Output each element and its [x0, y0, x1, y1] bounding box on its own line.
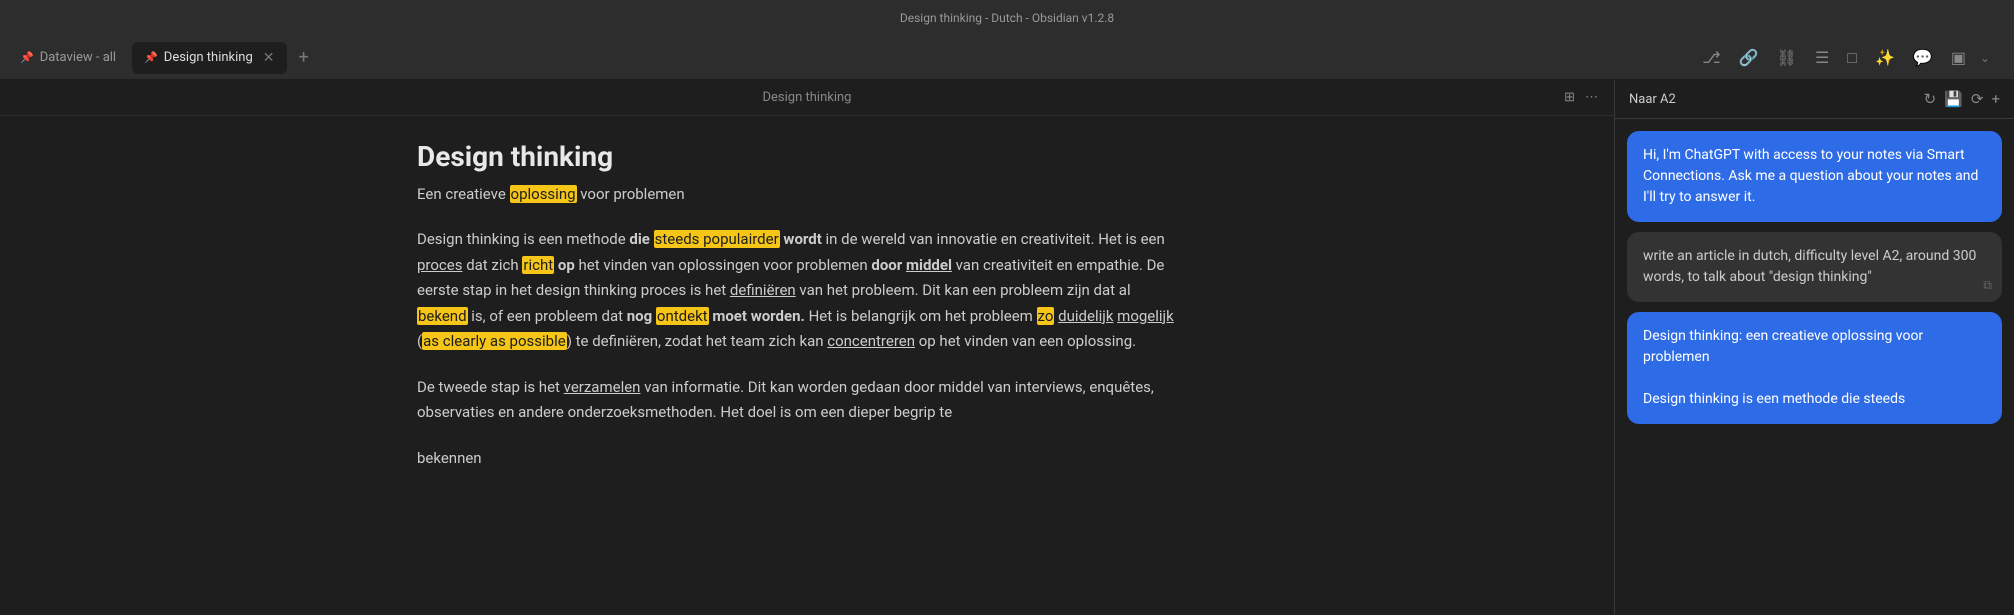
highlight-zo: zo	[1037, 307, 1055, 325]
link-icon[interactable]: 🔗	[1735, 44, 1763, 71]
chat-refresh-icon[interactable]: ↻	[1924, 90, 1937, 108]
title-bar: Design thinking - Dutch - Obsidian v1.2.…	[0, 0, 2014, 36]
pin-icon-2: 📌	[144, 51, 158, 64]
tab-close-button[interactable]: ✕	[263, 50, 275, 66]
paragraph-2: De tweede stap is het verzamelen van inf…	[417, 375, 1177, 426]
list-icon[interactable]: ☰	[1811, 44, 1833, 71]
editor-header: Design thinking ⊞ ⋯	[0, 80, 1614, 116]
highlight-ontdekt: ontdekt	[656, 307, 709, 325]
chat-add-icon[interactable]: +	[1991, 90, 2000, 108]
link-definieren[interactable]: definiëren	[730, 281, 796, 299]
bold-underline-middel[interactable]: middel	[906, 256, 952, 274]
sparkle-icon[interactable]: ✨	[1871, 44, 1899, 71]
highlight-bekend: bekend	[417, 307, 468, 325]
document-subtitle: Een creatieve oplossing voor problemen	[417, 185, 1177, 203]
branch-icon[interactable]: ⎇	[1698, 44, 1724, 71]
bold-text-1: die	[629, 230, 653, 248]
document-title: Design thinking	[417, 140, 1177, 173]
chat-header-title: Naar A2	[1629, 92, 1916, 107]
more-options-icon[interactable]: ⋯	[1585, 90, 1598, 105]
subtitle-highlight: oplossing	[510, 185, 577, 203]
copy-icon[interactable]: ⧉	[1983, 276, 1992, 294]
highlight-populairder: steeds populairder	[654, 230, 780, 248]
paragraph-3: bekennen	[417, 446, 1177, 472]
link-verzamelen[interactable]: verzamelen	[564, 378, 641, 396]
tab-dataview-label: Dataview - all	[40, 50, 116, 65]
chat-save-icon[interactable]: 💾	[1944, 90, 1963, 108]
bold-nog: nog	[627, 307, 652, 325]
chat-messages: Hi, I'm ChatGPT with access to your note…	[1615, 119, 2014, 615]
layout-icon[interactable]: ▣	[1947, 44, 1970, 71]
dropdown-button[interactable]: ⌄	[1980, 51, 1990, 65]
bold-op: op	[558, 256, 575, 274]
paragraph-1: Design thinking is een methode die steed…	[417, 227, 1177, 355]
editor-panel: Design thinking ⊞ ⋯ Design thinking Een …	[0, 80, 1614, 615]
reading-view-icon[interactable]: ⊞	[1564, 90, 1575, 105]
chat-message-3-text: Design thinking: een creatieve oplossing…	[1643, 328, 1923, 407]
chat-panel: Naar A2 ↻ 💾 ⟳ + Hi, I'm ChatGPT with acc…	[1614, 80, 2014, 615]
chat-message-3: Design thinking: een creatieve oplossing…	[1627, 312, 2002, 424]
editor-content[interactable]: Design thinking Een creatieve oplossing …	[357, 116, 1257, 615]
chat-history-icon[interactable]: ⟳	[1971, 90, 1984, 108]
editor-header-icons: ⊞ ⋯	[1564, 90, 1598, 105]
pin-icon: 📌	[20, 51, 34, 64]
kanban-icon[interactable]: □	[1843, 44, 1861, 72]
toolbar-right: ⎇ 🔗 ⛓ ☰ □ ✨ 💬 ▣ ⌄	[1698, 44, 2006, 72]
chat-message-2-text: write an article in dutch, difficulty le…	[1643, 248, 1976, 285]
tab-design-thinking-label: Design thinking	[164, 50, 253, 65]
chat-header: Naar A2 ↻ 💾 ⟳ +	[1615, 80, 2014, 119]
tab-design-thinking[interactable]: 📌 Design thinking ✕	[132, 42, 286, 74]
subtitle-prefix: Een creatieve	[417, 185, 510, 203]
tab-bar: 📌 Dataview - all 📌 Design thinking ✕ + ⎇…	[0, 36, 2014, 80]
tab-dataview[interactable]: 📌 Dataview - all	[8, 42, 128, 74]
chat-icon[interactable]: 💬	[1909, 44, 1937, 71]
subtitle-suffix: voor problemen	[577, 185, 685, 203]
chat-message-2: write an article in dutch, difficulty le…	[1627, 232, 2002, 302]
chain-icon[interactable]: ⛓	[1773, 44, 1801, 71]
link-proces[interactable]: proces	[417, 256, 462, 274]
main-layout: Design thinking ⊞ ⋯ Design thinking Een …	[0, 80, 2014, 615]
chat-message-1: Hi, I'm ChatGPT with access to your note…	[1627, 131, 2002, 222]
bold-text-wordt: wordt	[783, 230, 821, 248]
bold-moet-worden: moet worden.	[712, 307, 805, 325]
highlight-richt: richt	[522, 256, 554, 274]
link-duidelijk[interactable]: duidelijk	[1058, 307, 1113, 325]
document-body: Design thinking is een methode die steed…	[417, 227, 1177, 471]
link-mogelijk[interactable]: mogelijk	[1117, 307, 1174, 325]
new-tab-button[interactable]: +	[291, 43, 317, 72]
highlight-clearly: as clearly as possible	[422, 332, 567, 350]
editor-header-title: Design thinking	[763, 90, 852, 105]
chat-message-1-text: Hi, I'm ChatGPT with access to your note…	[1643, 147, 1978, 205]
window-title: Design thinking - Dutch - Obsidian v1.2.…	[900, 11, 1114, 25]
bold-door: door	[871, 256, 902, 274]
link-concentreren[interactable]: concentreren	[827, 332, 915, 350]
